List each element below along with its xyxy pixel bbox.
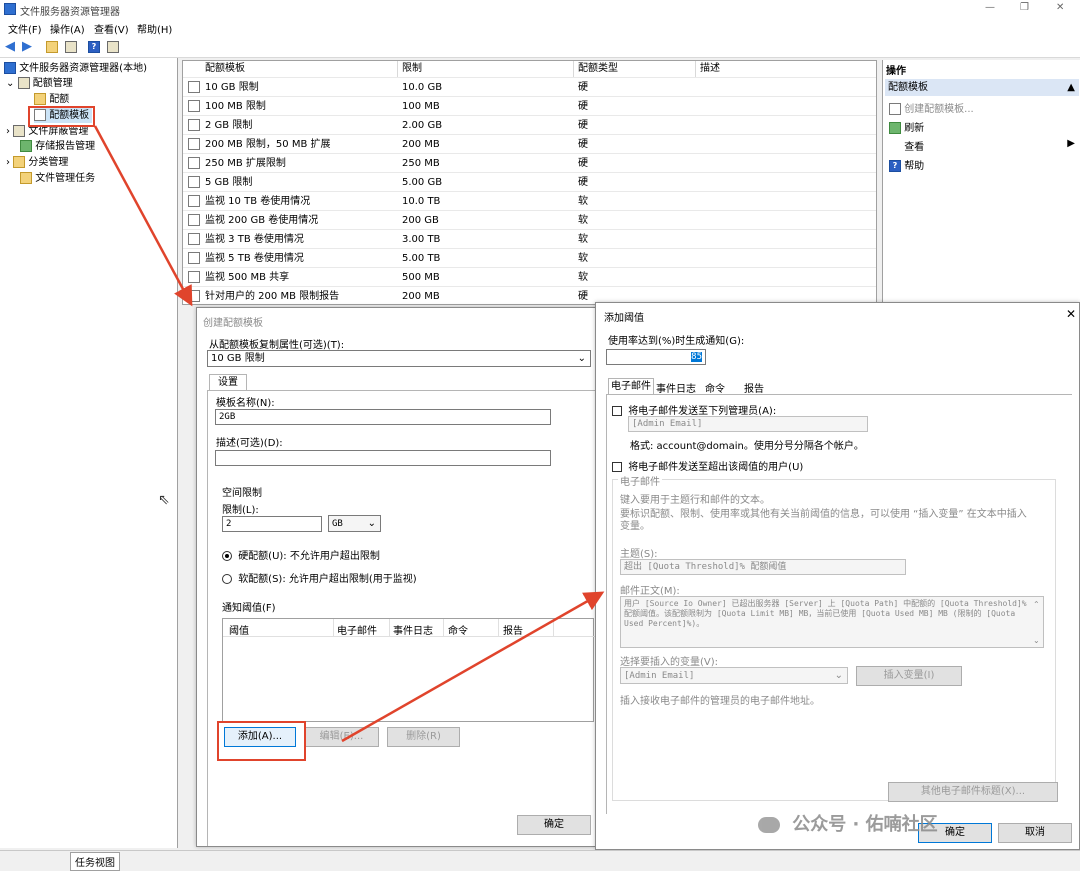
wechat-icon [758,817,780,833]
annotation-arrows [93,125,605,743]
watermark-text: 公众号 · 佑喃社区 [792,814,938,835]
arrow-to-threshold-dialog [341,591,605,743]
watermark: 公众号 · 佑喃社区 [758,810,938,836]
arrow-to-create-dialog [93,125,193,307]
